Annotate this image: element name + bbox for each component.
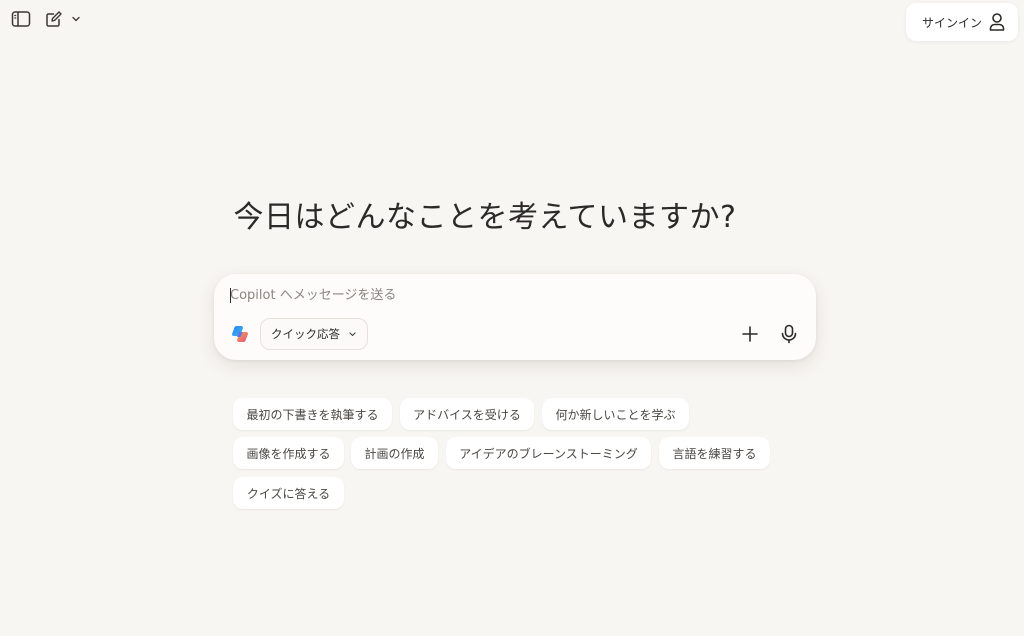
new-chat-icon (46, 11, 62, 27)
suggestion-chip-make-plan[interactable]: 計画の作成 (351, 437, 438, 469)
sidebar-toggle-button[interactable] (8, 8, 34, 30)
signin-label: サインイン (922, 15, 983, 30)
chevron-down-icon (349, 332, 356, 336)
user-icon (989, 13, 1005, 31)
copilot-home: サインイン 今日はどんなことを考えていますか? Copilot へメッセージを送… (0, 0, 1024, 636)
top-toolbar (8, 8, 84, 30)
plus-icon (742, 326, 758, 342)
suggestion-chip-brainstorm[interactable]: アイデアのブレーンストーミング (446, 437, 651, 469)
message-input[interactable] (230, 284, 790, 306)
copilot-logo (232, 326, 248, 342)
voice-input-button[interactable] (777, 322, 801, 346)
model-menu-button[interactable] (68, 8, 84, 30)
microphone-icon (781, 324, 797, 344)
new-chat-button[interactable] (42, 8, 66, 30)
text-caret (230, 288, 231, 303)
suggestion-chip-create-image[interactable]: 画像を作成する (233, 437, 344, 469)
response-mode-select[interactable]: クイック応答 (260, 318, 368, 350)
suggestion-chip-learn[interactable]: 何か新しいことを学ぶ (542, 398, 689, 430)
message-composer: クイック応答 (214, 274, 816, 360)
sidebar-toggle-icon (11, 11, 31, 27)
chevron-down-icon (72, 16, 80, 22)
suggestion-chip-advice[interactable]: アドバイスを受ける (400, 398, 534, 430)
page-headline: 今日はどんなことを考えていますか? (233, 200, 737, 235)
suggestion-chip-quiz[interactable]: クイズに答える (233, 477, 344, 509)
suggestion-chip-practice-language[interactable]: 言語を練習する (659, 437, 770, 469)
attach-button[interactable] (738, 322, 762, 346)
response-mode-label: クイック応答 (271, 327, 340, 341)
signin-button[interactable]: サインイン (906, 3, 1018, 41)
suggestion-chip-first-draft[interactable]: 最初の下書きを執筆する (233, 398, 392, 430)
